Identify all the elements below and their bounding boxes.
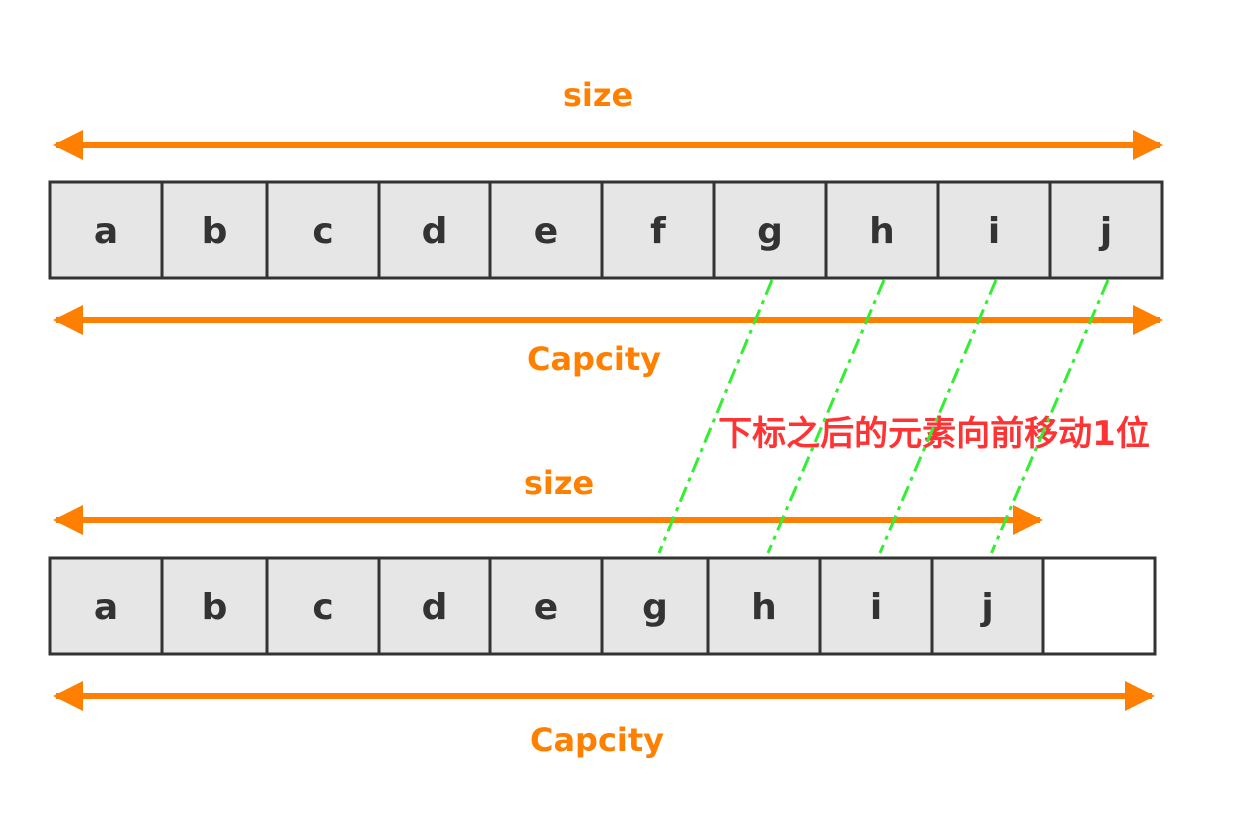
top-cell-label-g: g xyxy=(757,211,783,252)
bottom-size-label: size xyxy=(524,464,594,502)
bottom-cell-empty xyxy=(1041,556,1157,656)
bottom-cell-label-i: i xyxy=(870,587,882,628)
top-cell-label-e: e xyxy=(534,211,558,252)
bottom-cell-label-e: e xyxy=(534,587,558,628)
top-cell-label-h: h xyxy=(869,211,895,252)
bottom-cell-label-h: h xyxy=(751,587,777,628)
shift-note: 下标之后的元素向前移动1位 xyxy=(718,414,1150,454)
top-cell-label-a: a xyxy=(94,211,118,252)
top-cell-label-f: f xyxy=(650,211,666,252)
bottom-capacity-label: Capcity xyxy=(530,721,664,759)
bottom-cell-label-g: g xyxy=(642,587,668,628)
top-size-label: size xyxy=(563,76,633,114)
bottom-cell-label-b: b xyxy=(202,587,228,628)
bottom-cell-label-c: c xyxy=(312,587,333,628)
top-capacity-label: Capcity xyxy=(527,340,661,378)
top-cell-label-d: d xyxy=(422,211,448,252)
bottom-cell-label-d: d xyxy=(422,587,448,628)
bottom-cell-label-j: j xyxy=(979,587,993,628)
top-array: a b c d e f g h i j xyxy=(48,180,1164,280)
array-remove-diagram: size a b c d e f g h i j Capcity 下标之后的元素向前移动1位 si… xyxy=(48,76,1164,759)
top-cell-label-j: j xyxy=(1098,211,1112,252)
top-cell-label-b: b xyxy=(202,211,228,252)
top-cell-label-i: i xyxy=(988,211,1000,252)
top-cell-label-c: c xyxy=(312,211,333,252)
bottom-array: abcdeghij xyxy=(48,556,1157,656)
bottom-cell-label-a: a xyxy=(94,587,118,628)
